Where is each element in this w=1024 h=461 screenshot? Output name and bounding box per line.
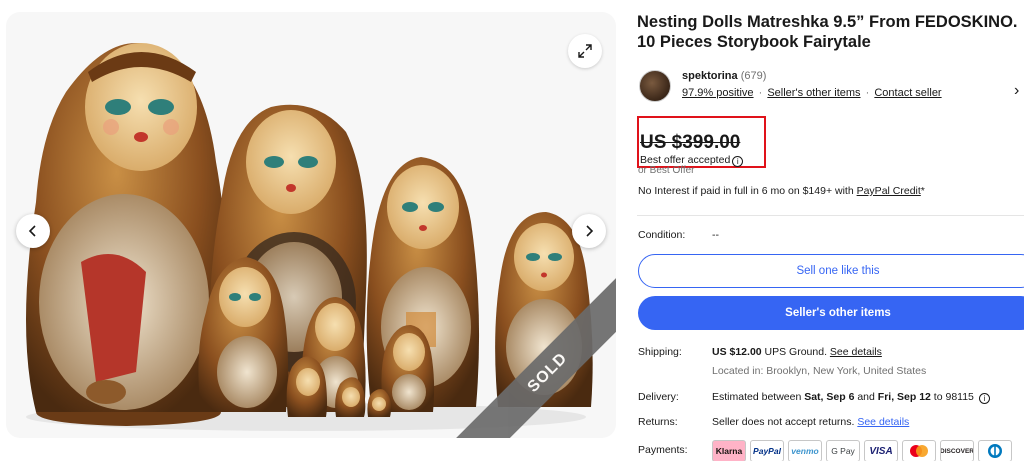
payments-label: Payments: [638, 444, 688, 456]
chevron-right-icon [586, 225, 594, 237]
sell-one-like-this-button[interactable]: Sell one like this [638, 254, 1024, 288]
price-highlight-box: US $399.00 Best offer accepted i [637, 116, 766, 168]
paypal-logo: PayPal [750, 440, 784, 461]
image-gallery: SOLD [6, 12, 616, 438]
chevron-right-icon[interactable]: › [1014, 82, 1019, 100]
google-pay-logo: G Pay [826, 440, 860, 461]
shipping-label: Shipping: [638, 346, 682, 358]
credit-text: No Interest if paid in full in 6 mo on $… [638, 185, 857, 197]
diners-club-icon [988, 444, 1002, 458]
paypal-credit-link[interactable]: PayPal Credit [857, 185, 921, 197]
chevron-left-icon [28, 225, 36, 237]
payment-methods: Klarna PayPal venmo G Pay VISA DISCOVER [712, 440, 1012, 461]
expand-image-button[interactable] [568, 34, 602, 68]
seller-feedback-count: (679) [740, 70, 767, 82]
delivery-prefix: Estimated between [712, 391, 805, 403]
delivery-end: Fri, Sep 12 [877, 391, 931, 403]
info-icon[interactable]: i [732, 156, 744, 167]
visa-logo: VISA [864, 440, 898, 461]
item-location: Located in: Brooklyn, New York, United S… [712, 365, 927, 377]
seller-links: 97.9% positive · Seller's other items · … [682, 87, 942, 99]
seller-other-items-link[interactable]: Seller's other items [767, 87, 860, 99]
next-image-button[interactable] [572, 214, 606, 248]
returns-value: Seller does not accept returns. See deta… [712, 416, 909, 428]
mastercard-icon [910, 445, 928, 457]
condition-label: Condition: [638, 229, 686, 241]
returns-text: Seller does not accept returns. [712, 416, 858, 428]
discover-logo: DISCOVER [940, 440, 974, 461]
previous-image-button[interactable] [16, 214, 50, 248]
info-icon[interactable]: i [978, 393, 990, 404]
shipping-method: UPS Ground. [761, 346, 830, 358]
item-details-panel: Nesting Dolls Matreshka 9.5” From FEDOSK… [637, 12, 1024, 461]
delivery-value: Estimated between Sat, Sep 6 and Fri, Se… [712, 391, 990, 404]
shipping-details-link[interactable]: See details [830, 346, 882, 358]
delivery-label: Delivery: [638, 391, 679, 403]
returns-label: Returns: [638, 416, 678, 428]
item-price: US $399.00 [640, 132, 741, 153]
paypal-credit-line: No Interest if paid in full in 6 mo on $… [638, 185, 925, 197]
credit-suffix: * [920, 185, 925, 197]
venmo-logo: venmo [788, 440, 822, 461]
mastercard-logo [902, 440, 936, 461]
doll-1 [26, 43, 228, 426]
expand-icon [578, 44, 592, 58]
separator-dot: · [758, 87, 763, 99]
shipping-cost: US $12.00 [712, 346, 762, 358]
seller-info: spektorina (679) [682, 70, 766, 82]
delivery-start: Sat, Sep 6 [804, 391, 855, 403]
shipping-value: US $12.00 UPS Ground. See details [712, 346, 882, 358]
listing-title: Nesting Dolls Matreshka 9.5” From FEDOSK… [637, 13, 1018, 51]
contact-seller-link[interactable]: Contact seller [874, 87, 941, 99]
separator-dot: · [865, 87, 870, 99]
condition-value: -- [712, 229, 719, 241]
seller-card[interactable]: spektorina (679) 97.9% positive · Seller… [637, 70, 1024, 110]
or-best-offer-label: or Best Offer [638, 165, 695, 176]
delivery-zip: to 98115 [930, 391, 974, 403]
seller-positive-link[interactable]: 97.9% positive [682, 87, 754, 99]
seller-avatar[interactable] [639, 70, 671, 102]
seller-name[interactable]: spektorina [682, 70, 738, 82]
diners-logo [978, 440, 1012, 461]
sellers-other-items-button[interactable]: Seller's other items [638, 296, 1024, 330]
delivery-and: and [854, 391, 878, 403]
klarna-logo: Klarna [712, 440, 746, 461]
returns-details-link[interactable]: See details [857, 416, 909, 428]
divider [637, 215, 1024, 216]
